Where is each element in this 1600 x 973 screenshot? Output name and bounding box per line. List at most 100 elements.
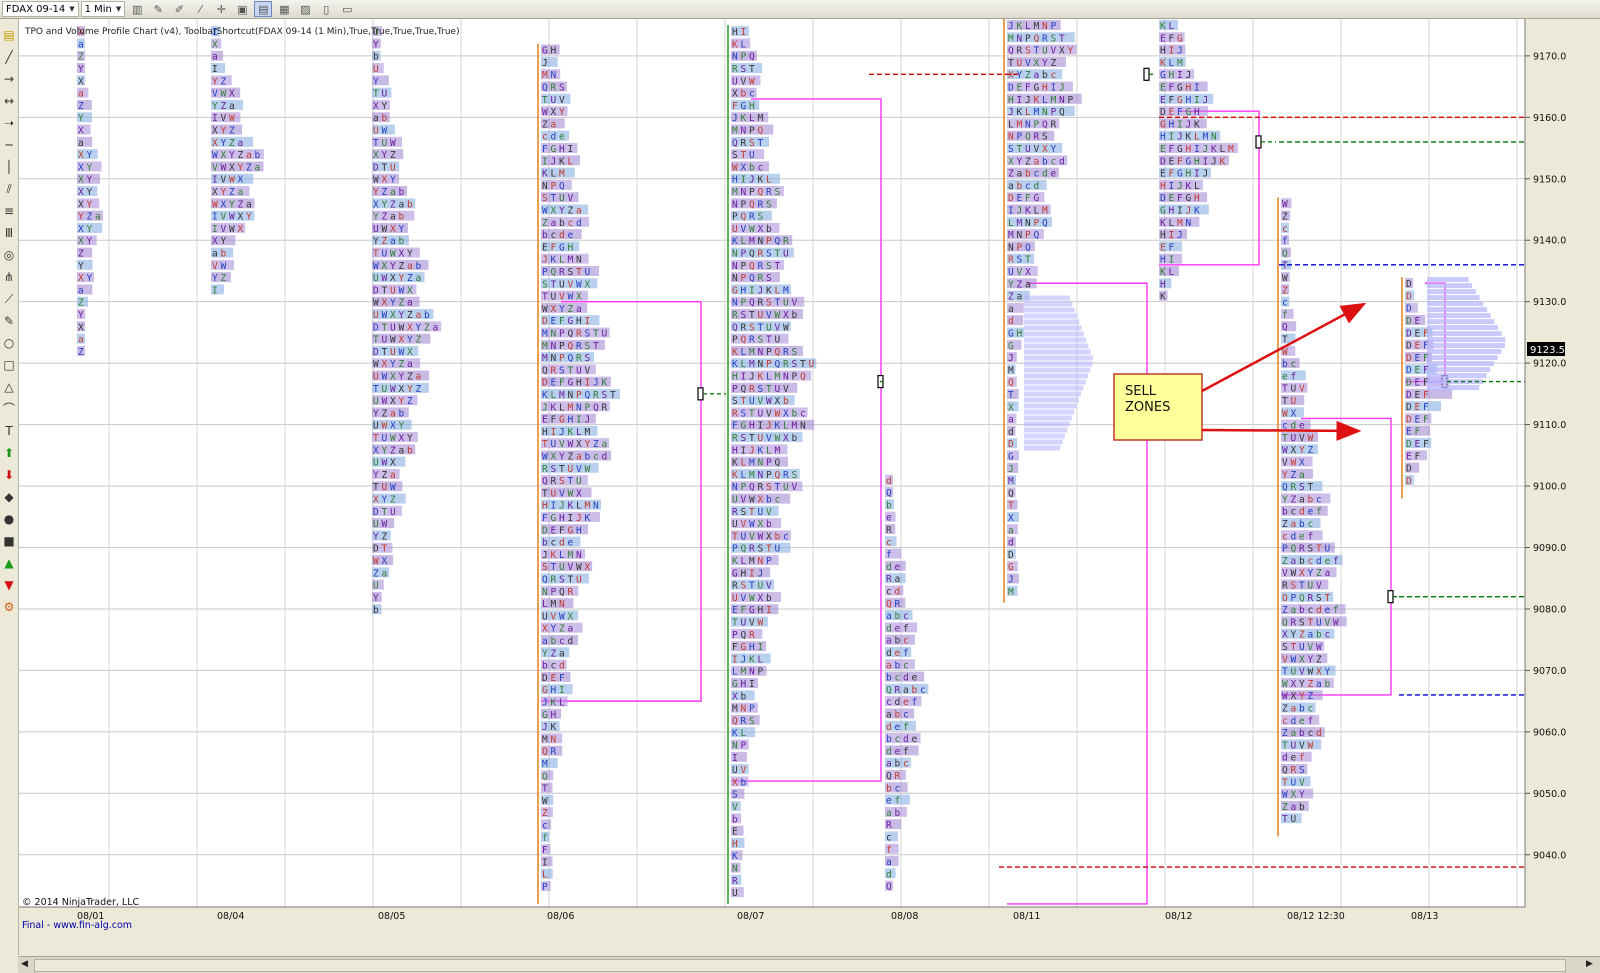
tpo-letter: X	[399, 433, 405, 444]
horizontal-scrollbar[interactable]: ◀ ▶	[18, 956, 1600, 973]
tpo-letter: H	[1160, 279, 1166, 290]
tpo-letter: U	[783, 249, 789, 260]
tpo-letter: N	[1017, 230, 1023, 241]
tpo-letter: Y	[212, 101, 218, 112]
scroll-thumb[interactable]	[34, 959, 1566, 972]
tpo-letter: T	[1008, 58, 1014, 69]
scroll-right-icon[interactable]: ▶	[1586, 959, 1593, 969]
tpo-letter: M	[749, 236, 755, 247]
extended-line-icon[interactable]: ↔	[1, 93, 17, 109]
tpo-letter: W	[212, 199, 218, 210]
tpo-letter: R	[732, 408, 738, 419]
tpo-letter: X	[1299, 458, 1305, 469]
tpo-letter: I	[749, 679, 755, 690]
tpo-letter: b	[895, 709, 901, 720]
panel-icon[interactable]: ▭	[338, 1, 356, 17]
date-label: 08/06	[547, 911, 574, 922]
arrow-up-icon[interactable]: ⬆	[1, 445, 17, 461]
tpo-letter: W	[373, 298, 379, 309]
tpo-letter: N	[749, 667, 755, 678]
arrow-down-icon[interactable]: ⬇	[1, 467, 17, 483]
tpo-letter: d	[551, 132, 557, 143]
tpo-letter: W	[399, 347, 405, 358]
tpo-letter: U	[749, 150, 755, 161]
chart-trader-icon[interactable]: ▤	[1, 27, 17, 43]
tpo-letter: M	[792, 421, 798, 432]
bar-type-icon[interactable]: ▦	[275, 1, 293, 17]
tpo-letter: Y	[1299, 445, 1305, 456]
tpo-letter: Q	[775, 236, 781, 247]
tpo-letter: H	[542, 501, 548, 512]
tpo-letter: Z	[399, 298, 405, 309]
crosshair-icon[interactable]: ✛	[212, 1, 230, 17]
fib-time-icon[interactable]: Ⅲ	[1, 225, 17, 241]
wand-icon[interactable]: ⁄	[191, 1, 209, 17]
tpo-letter: K	[732, 347, 738, 358]
horizontal-line-icon[interactable]: ─	[1, 137, 17, 153]
tpo-letter: D	[1406, 304, 1412, 315]
tpo-letter: Z	[399, 261, 405, 272]
tpo-letter: L	[741, 236, 747, 247]
tpo-letter: X	[78, 199, 84, 210]
square-icon[interactable]: ■	[1, 533, 17, 549]
tpo-letter: a	[886, 759, 892, 770]
tpo-letter: X	[775, 396, 781, 407]
pencil-icon[interactable]: ✎	[149, 1, 167, 17]
tpo-letter: S	[741, 433, 747, 444]
tpo-letter: X	[783, 310, 789, 321]
tpo-letter: Y	[551, 624, 557, 635]
ray-icon[interactable]: →	[1, 71, 17, 87]
tpo-chart[interactable]: XaZYXaZYXaX YX YX YX YX YY ZaX YX YZYX YaZYXaZIXa…	[19, 19, 1600, 955]
tpo-letter: H	[1194, 156, 1200, 167]
tpo-letter: U	[732, 519, 738, 530]
triangle-up-icon[interactable]: ▲	[1, 555, 17, 571]
tpo-letter: I	[1194, 83, 1200, 94]
tpo-letter: S	[766, 199, 772, 210]
tpo-letter: N	[593, 501, 599, 512]
arrow-line-icon[interactable]: ➝	[1, 115, 17, 131]
tpo-letter: G	[741, 642, 747, 653]
tpo-letter: Z	[390, 150, 396, 161]
vertical-line-icon[interactable]: │	[1, 159, 17, 175]
image-icon[interactable]: ▨	[296, 1, 314, 17]
fibonacci-icon[interactable]: ≡	[1, 203, 17, 219]
tpo-letter: K	[551, 722, 557, 733]
tpo-letter: U	[766, 322, 772, 333]
ellipse-icon[interactable]: ○	[1, 335, 17, 351]
pen-icon[interactable]: ✎	[1, 313, 17, 329]
tpo-letter: e	[895, 648, 901, 659]
channel-icon[interactable]: ⫽	[1, 181, 17, 197]
tpo-letter: K	[551, 697, 557, 708]
tpo-letter: J	[542, 58, 548, 69]
tpo-letter: X	[212, 138, 218, 149]
volume-bar	[1024, 445, 1061, 451]
tpo-chart-icon[interactable]: ▤	[254, 1, 273, 17]
tpo-letter: d	[1316, 605, 1322, 616]
regression-icon[interactable]: ⟋	[1, 291, 17, 307]
triangle-down-icon[interactable]: ▼	[1, 577, 17, 593]
tpo-letter: a	[1291, 519, 1297, 530]
pitchfork-icon[interactable]: ⋔	[1, 269, 17, 285]
text-icon[interactable]: T	[1, 423, 17, 439]
interval-selector[interactable]: 1 Min ▼	[80, 1, 126, 17]
brush-icon[interactable]: ✐	[170, 1, 188, 17]
dot-icon[interactable]: ●	[1, 511, 17, 527]
scroll-left-icon[interactable]: ◀	[21, 959, 28, 969]
rectangle-icon[interactable]: □	[1, 357, 17, 373]
triangle-icon[interactable]: △	[1, 379, 17, 395]
tpo-letter: a	[1325, 568, 1331, 579]
price-tick-label: 9110.0	[1533, 420, 1566, 431]
data-box-icon[interactable]: ▯	[317, 1, 335, 17]
tpo-letter: Q	[800, 372, 806, 383]
diamond-icon[interactable]: ◆	[1, 489, 17, 505]
tpo-letter: V	[559, 488, 565, 499]
gann-icon[interactable]: ◎	[1, 247, 17, 263]
bar-chart-icon[interactable]: ▥	[128, 1, 146, 17]
settings-icon[interactable]: ⚙	[1, 599, 17, 615]
line-icon[interactable]: ╱	[1, 49, 17, 65]
tpo-letter: T	[766, 384, 772, 395]
arc-icon[interactable]: ⌒	[1, 401, 17, 417]
tpo-letter: I	[1177, 206, 1183, 217]
instrument-selector[interactable]: FDAX 09-14 ▼	[2, 1, 79, 17]
zoom-icon[interactable]: ▣	[233, 1, 251, 17]
